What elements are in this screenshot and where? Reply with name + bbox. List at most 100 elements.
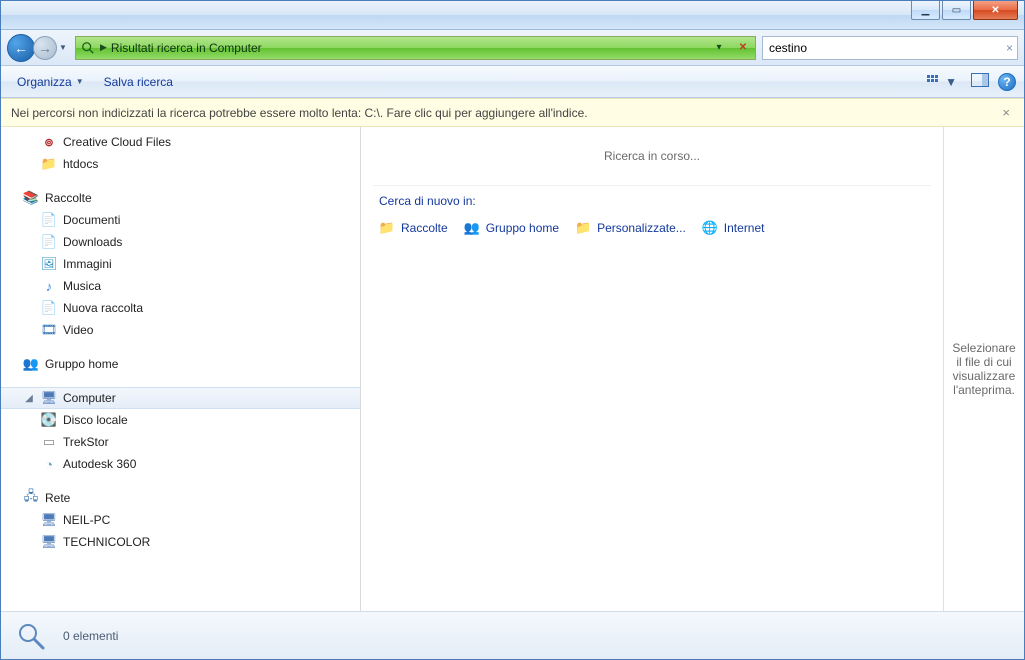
search-icon <box>80 40 96 56</box>
pc-icon: 🖥 <box>41 512 57 528</box>
tree-item-creative-cloud[interactable]: ⊚ Creative Cloud Files <box>1 131 360 153</box>
search-input[interactable] <box>767 40 1006 56</box>
chevron-down-icon: ▼ <box>76 77 84 86</box>
creative-cloud-icon: ⊚ <box>41 134 57 150</box>
minimize-icon: ▁ <box>922 5 930 16</box>
command-bar: Organizza ▼ Salva ricerca ▼ ? <box>1 66 1024 98</box>
clear-search-button[interactable]: × <box>1006 41 1013 55</box>
index-info-message: Nei percorsi non indicizzati la ricerca … <box>11 106 998 120</box>
stop-button[interactable]: ✕ <box>733 38 753 58</box>
video-icon: 🎞 <box>41 322 57 338</box>
view-menu[interactable]: ▼ <box>922 72 962 92</box>
caption-buttons: ▁ ▭ ✕ <box>911 1 1024 20</box>
save-search-button[interactable]: Salva ricerca <box>96 71 181 93</box>
help-button[interactable]: ? <box>998 73 1016 91</box>
search-again-item-label: Raccolte <box>401 221 448 235</box>
folder-icon: 📁 <box>41 156 57 172</box>
tree-item-label: Rete <box>45 491 70 505</box>
folder-icon: 📁 <box>379 220 395 236</box>
documents-icon: 📄 <box>41 212 57 228</box>
tree-item-autodesk[interactable]: ◔ Autodesk 360 <box>1 453 360 475</box>
arrow-right-icon: → <box>38 40 52 56</box>
tree-item-label: Nuova raccolta <box>63 301 143 315</box>
tree-item-label: NEIL-PC <box>63 513 110 527</box>
tree-item-label: Downloads <box>63 235 122 249</box>
forward-button[interactable]: → <box>33 36 57 60</box>
autodesk-icon: ◔ <box>41 456 57 472</box>
preview-pane-button[interactable] <box>966 70 994 93</box>
tree-item-label: TrekStor <box>63 435 109 449</box>
tree-item-trekstor[interactable]: ▭ TrekStor <box>1 431 360 453</box>
tree-item-technicolor[interactable]: 🖥 TECHNICOLOR <box>1 531 360 553</box>
pc-icon: 🖥 <box>41 534 57 550</box>
status-bar: 0 elementi <box>1 611 1024 659</box>
minimize-button[interactable]: ▁ <box>911 1 940 20</box>
maximize-icon: ▭ <box>952 5 961 16</box>
search-again-custom[interactable]: 📁 Personalizzate... <box>575 220 686 236</box>
close-button[interactable]: ✕ <box>973 1 1018 20</box>
tree-item-htdocs[interactable]: 📁 htdocs <box>1 153 360 175</box>
close-icon: ✕ <box>991 5 999 16</box>
maximize-button[interactable]: ▭ <box>942 1 971 20</box>
tree-item-video[interactable]: 🎞 Video <box>1 319 360 341</box>
searching-status: Ricerca in corso... <box>373 135 931 185</box>
tree-item-neil-pc[interactable]: 🖥 NEIL-PC <box>1 509 360 531</box>
back-button[interactable]: ← <box>7 34 35 62</box>
index-info-bar[interactable]: Nei percorsi non indicizzati la ricerca … <box>1 98 1024 127</box>
address-dropdown[interactable]: ▾ <box>709 38 729 58</box>
computer-icon: 🖥 <box>41 390 57 406</box>
tree-item-homegroup[interactable]: 👥 Gruppo home <box>1 353 360 375</box>
preview-placeholder: Selezionare il file di cui visualizzare … <box>950 341 1018 397</box>
history-dropdown[interactable]: ▼ <box>57 36 69 60</box>
search-again-item-label: Personalizzate... <box>597 221 686 235</box>
search-again-homegroup[interactable]: 👥 Gruppo home <box>464 220 559 236</box>
network-icon: 🖧 <box>23 490 39 506</box>
search-again-libraries[interactable]: 📁 Raccolte <box>379 220 448 236</box>
tree-item-downloads[interactable]: 📄 Downloads <box>1 231 360 253</box>
navigation-pane[interactable]: ⊚ Creative Cloud Files 📁 htdocs 📚 Raccol… <box>1 127 361 611</box>
tree-item-computer[interactable]: ◢ 🖥 Computer <box>1 387 360 409</box>
content-area: Ricerca in corso... Cerca di nuovo in: 📁… <box>361 127 1024 611</box>
search-again-item-label: Gruppo home <box>486 221 559 235</box>
search-box[interactable]: × <box>762 36 1018 60</box>
tree-item-music[interactable]: ♪ Musica <box>1 275 360 297</box>
tree-item-local-disk[interactable]: 💽 Disco locale <box>1 409 360 431</box>
search-again-row: 📁 Raccolte 👥 Gruppo home 📁 Personalizzat… <box>373 216 931 240</box>
tree-item-libraries[interactable]: 📚 Raccolte <box>1 187 360 209</box>
internet-icon: 🌐 <box>702 220 718 236</box>
tree-item-new-library[interactable]: 📄 Nuova raccolta <box>1 297 360 319</box>
homegroup-icon: 👥 <box>464 220 480 236</box>
tree-item-label: Autodesk 360 <box>63 457 136 471</box>
status-text: 0 elementi <box>63 629 118 643</box>
search-again-label: Cerca di nuovo in: <box>373 185 931 216</box>
address-bar[interactable]: ▶ Risultati ricerca in Computer ▾ ✕ <box>75 36 756 60</box>
tree-item-label: htdocs <box>63 157 98 171</box>
preview-pane: Selezionare il file di cui visualizzare … <box>944 127 1024 611</box>
organize-menu[interactable]: Organizza ▼ <box>9 71 92 93</box>
status-search-icon <box>13 618 49 654</box>
help-icon: ? <box>1003 75 1010 89</box>
tree-item-network[interactable]: 🖧 Rete <box>1 487 360 509</box>
view-grid-icon <box>927 75 943 89</box>
results-pane[interactable]: Ricerca in corso... Cerca di nuovo in: 📁… <box>361 127 944 611</box>
tree-item-label: Disco locale <box>63 413 128 427</box>
arrow-left-icon: ← <box>14 40 28 56</box>
tree-item-label: Immagini <box>63 257 112 271</box>
tree-item-label: Creative Cloud Files <box>63 135 171 149</box>
tree-item-label: TECHNICOLOR <box>63 535 150 549</box>
expand-toggle[interactable]: ◢ <box>23 393 35 404</box>
tree-item-label: Musica <box>63 279 101 293</box>
search-again-internet[interactable]: 🌐 Internet <box>702 220 765 236</box>
body: ⊚ Creative Cloud Files 📁 htdocs 📚 Raccol… <box>1 127 1024 611</box>
libraries-icon: 📚 <box>23 190 39 206</box>
titlebar: ▁ ▭ ✕ <box>1 1 1024 30</box>
homegroup-icon: 👥 <box>23 356 39 372</box>
tree-item-label: Documenti <box>63 213 120 227</box>
downloads-icon: 📄 <box>41 234 57 250</box>
tree-item-documents[interactable]: 📄 Documenti <box>1 209 360 231</box>
info-close-button[interactable]: × <box>998 105 1014 120</box>
save-search-label: Salva ricerca <box>104 75 173 89</box>
navbar: ← → ▼ ▶ Risultati ricerca in Computer ▾ … <box>1 30 1024 66</box>
folder-icon: 📁 <box>575 220 591 236</box>
tree-item-images[interactable]: 🖼 Immagini <box>1 253 360 275</box>
